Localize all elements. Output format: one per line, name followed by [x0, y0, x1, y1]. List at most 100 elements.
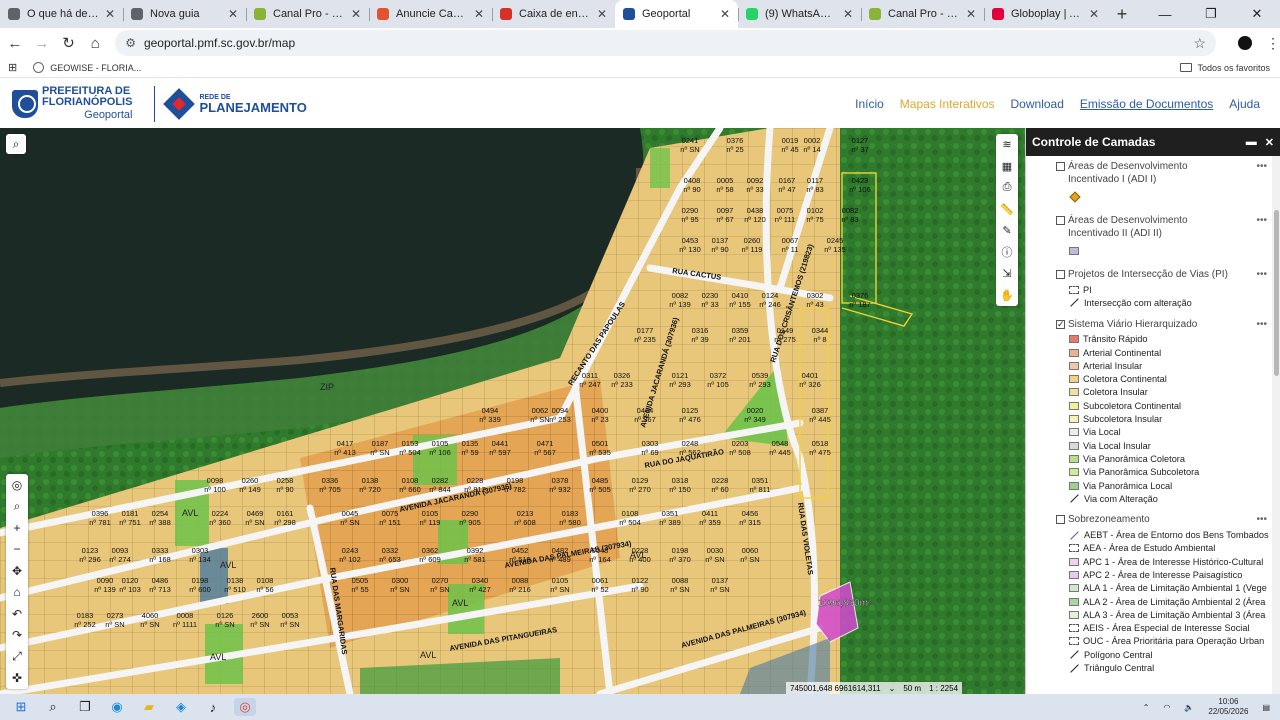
lot-number-label[interactable]: 0410 [732, 291, 749, 300]
lot-number-label[interactable]: 0351 [662, 509, 679, 518]
layer-checkbox[interactable] [1056, 515, 1065, 525]
lot-number-label[interactable]: 0138 [362, 476, 379, 485]
nav-emissao-documentos[interactable]: Emissão de Documentos [1080, 97, 1213, 111]
lot-number-label[interactable]: 0270 [432, 576, 449, 585]
nav-ajuda[interactable]: Ajuda [1229, 97, 1260, 111]
browser-tab[interactable]: (9) WhatsApp Busine ✕ [738, 0, 861, 28]
nav-download[interactable]: Download [1011, 97, 1064, 111]
zoom-in-icon[interactable]: + [6, 517, 28, 539]
browser-tab[interactable]: Canal Pro - Gestão d ✕ [861, 0, 984, 28]
basemap-icon[interactable]: ▦ [996, 156, 1018, 178]
lot-number-label[interactable]: 0441 [492, 439, 509, 448]
edge-icon[interactable]: ◉ [106, 698, 128, 716]
lot-number-label[interactable]: 0126 [217, 611, 234, 620]
lot-number-label[interactable]: 0002 [804, 136, 821, 145]
map-search-icon[interactable]: ⌕ [6, 134, 26, 154]
tab-close-icon[interactable]: ✕ [597, 7, 607, 21]
lot-number-label[interactable]: 0088 [512, 576, 529, 585]
lot-number-label[interactable]: 0351 [752, 476, 769, 485]
export-icon[interactable]: ⇲ [996, 263, 1018, 285]
fullscreen-icon[interactable]: ⤢ [6, 646, 28, 668]
lot-number-label[interactable]: 0105 [552, 576, 569, 585]
all-bookmarks-button[interactable]: Todos os favoritos [1180, 63, 1270, 73]
lot-number-label[interactable]: 0167 [779, 176, 796, 185]
lot-number-label[interactable]: 0125 [682, 406, 699, 415]
lot-number-label[interactable]: 0198 [672, 546, 689, 555]
lot-number-label[interactable]: 0149 [777, 326, 794, 335]
lot-number-label[interactable]: 0105 [422, 509, 439, 518]
lot-number-label[interactable]: 0452 [512, 546, 529, 555]
lot-number-label[interactable]: 0505 [352, 576, 369, 585]
lot-number-label[interactable]: 0183 [562, 509, 579, 518]
lot-number-label[interactable]: 0108 [402, 476, 419, 485]
lot-number-label[interactable]: 0123 [82, 546, 99, 555]
lot-number-label[interactable]: 0153 [402, 439, 419, 448]
lot-number-label[interactable]: 0318 [672, 476, 689, 485]
lot-number-label[interactable]: 0518 [812, 439, 829, 448]
lot-number-label[interactable]: 0396 [92, 509, 109, 518]
store-icon[interactable]: ◈ [170, 698, 192, 716]
lot-number-label[interactable]: 0105 [432, 439, 449, 448]
lot-number-label[interactable]: 0094 [552, 406, 569, 415]
lot-number-label[interactable]: 0075 [777, 206, 794, 215]
lot-number-label[interactable]: 0228 [712, 476, 729, 485]
layer-options-icon[interactable]: ••• [1256, 160, 1267, 173]
lot-number-label[interactable]: 0241 [682, 136, 699, 145]
lot-number-label[interactable]: 0198 [192, 576, 209, 585]
browser-tab[interactable]: Anuncie Casas e Apa ✕ [369, 0, 492, 28]
lot-number-label[interactable]: 0248 [682, 439, 699, 448]
lot-number-label[interactable]: 0303 [192, 546, 209, 555]
lot-number-label[interactable]: 0376 [727, 136, 744, 145]
lot-number-label[interactable]: 0469 [247, 509, 264, 518]
lot-number-label[interactable]: 0482 [552, 546, 569, 555]
lot-number-label[interactable]: 0137 [712, 576, 729, 585]
panel-scrollbar[interactable] [1272, 156, 1280, 694]
lot-number-label[interactable]: 0471 [537, 439, 554, 448]
lot-number-label[interactable]: 0316 [692, 326, 709, 335]
lot-number-label[interactable]: 0067 [782, 236, 799, 245]
lot-number-label[interactable]: 0494 [482, 406, 499, 415]
lot-number-label[interactable]: 0311 [582, 371, 598, 380]
lot-number-label[interactable]: 0548 [772, 439, 789, 448]
hand-icon[interactable]: ✋ [996, 285, 1018, 307]
layer-checkbox[interactable] [1056, 318, 1065, 331]
lot-number-label[interactable]: 0127 [852, 136, 869, 145]
close-panel-icon[interactable]: ✕ [1265, 136, 1274, 149]
lot-number-label[interactable]: 0378 [552, 476, 569, 485]
lot-number-label[interactable]: 0088 [672, 576, 689, 585]
lot-number-label[interactable]: 0030 [707, 546, 724, 555]
search-icon[interactable]: ⌕ [42, 698, 64, 716]
lot-number-label[interactable]: 0376 [852, 291, 869, 300]
lot-number-label[interactable]: 0456 [742, 509, 759, 518]
tab-close-icon[interactable]: ✕ [474, 7, 484, 21]
chrome-icon[interactable]: ◎ [234, 698, 256, 716]
lot-number-label[interactable]: 0359 [732, 326, 749, 335]
lot-number-label[interactable]: 0121 [672, 371, 689, 380]
draw-icon[interactable]: ✎ [996, 220, 1018, 242]
lot-number-label[interactable]: 0062 [532, 406, 549, 415]
rede-planejamento-logo[interactable]: REDE DE PLANEJAMENTO [163, 87, 307, 120]
lot-number-label[interactable]: 0344 [812, 326, 829, 335]
lot-number-label[interactable]: 0137 [712, 236, 729, 245]
tab-close-icon[interactable]: ✕ [966, 7, 976, 21]
prefeitura-logo[interactable]: PREFEITURA DE FLORIANÓPOLIS Geoportal [12, 86, 132, 121]
measure-icon[interactable]: 📏 [996, 199, 1018, 221]
lot-number-label[interactable]: 0438 [747, 206, 764, 215]
browser-tab[interactable]: O que há de novo ✕ [0, 0, 123, 28]
layer-options-icon[interactable]: ••• [1256, 268, 1267, 281]
browser-tab[interactable]: Canal Pro - Gestão d ✕ [246, 0, 369, 28]
lot-number-label[interactable]: 0135 [462, 439, 479, 448]
tab-close-icon[interactable]: ✕ [1089, 7, 1099, 21]
lot-number-label[interactable]: 2600 [252, 611, 269, 620]
nav-mapas-interativos[interactable]: Mapas Interativos [900, 97, 995, 111]
lot-number-label[interactable]: 0230 [702, 291, 719, 300]
globe-icon[interactable]: ◎ [6, 474, 28, 496]
lot-number-label[interactable]: 0008 [177, 611, 194, 620]
lot-number-label[interactable]: 0124 [762, 291, 779, 300]
lot-number-label[interactable]: 0108 [257, 576, 274, 585]
undo-icon[interactable]: ↶ [6, 603, 28, 625]
profile-avatar[interactable] [1238, 36, 1252, 50]
lot-number-label[interactable]: 0075 [382, 509, 399, 518]
minimize-icon[interactable]: — [1142, 0, 1188, 28]
browser-tab[interactable]: Geoportal ✕ [615, 0, 738, 28]
